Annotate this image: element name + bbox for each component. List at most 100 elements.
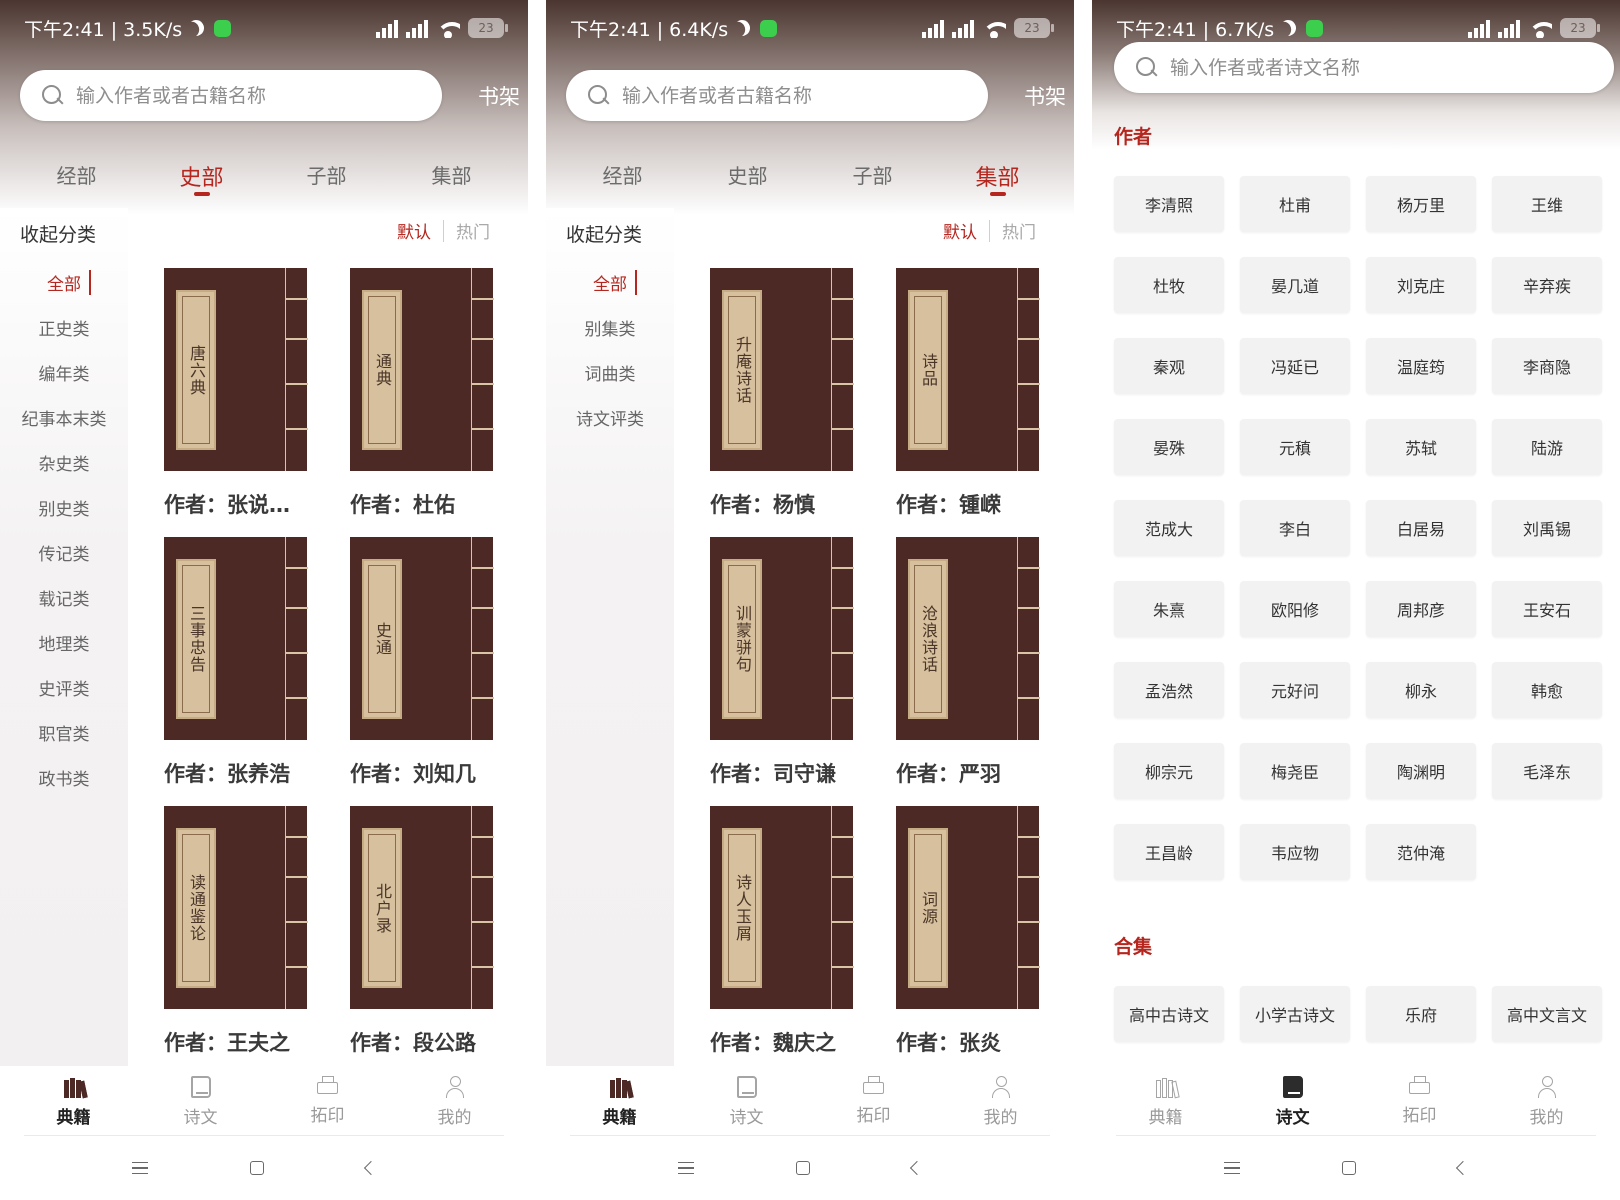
nav-mine[interactable]: 我的	[1497, 1066, 1597, 1136]
bookshelf-button[interactable]: 书架	[478, 81, 520, 111]
nav-mine[interactable]: 我的	[951, 1066, 1051, 1136]
nav-poetry[interactable]: 诗文	[697, 1066, 797, 1136]
nav-rubbing[interactable]: 拓印	[278, 1066, 378, 1136]
author-chip[interactable]: 刘克庄	[1366, 257, 1476, 313]
bookshelf-button[interactable]: 书架	[1024, 81, 1066, 111]
author-chip[interactable]: 王维	[1492, 176, 1602, 232]
book-card[interactable]: 诗人玉屑 作者：魏庆之	[710, 806, 854, 1057]
search-bar[interactable]	[20, 70, 442, 121]
collection-chip[interactable]: 高中古诗文	[1114, 986, 1224, 1042]
category-item[interactable]: 杂史类	[0, 440, 128, 485]
author-chip[interactable]: 冯延已	[1240, 338, 1350, 394]
author-chip[interactable]: 孟浩然	[1114, 662, 1224, 718]
author-chip[interactable]: 李白	[1240, 500, 1350, 556]
tab-jingbu[interactable]: 经部	[32, 160, 122, 192]
author-chip[interactable]: 秦观	[1114, 338, 1224, 394]
author-chip[interactable]: 元好问	[1240, 662, 1350, 718]
book-card[interactable]: 通典 作者：杜佑	[350, 268, 494, 519]
nav-classics[interactable]: 典籍	[570, 1066, 670, 1136]
author-chip[interactable]: 晏几道	[1240, 257, 1350, 313]
author-chip[interactable]: 白居易	[1366, 500, 1476, 556]
category-item[interactable]: 编年类	[0, 350, 128, 395]
category-item[interactable]: 全部	[546, 260, 674, 305]
tab-jibu[interactable]: 集部	[953, 160, 1043, 196]
nav-classics[interactable]: 典籍	[24, 1066, 124, 1136]
author-chip[interactable]: 晏殊	[1114, 419, 1224, 475]
category-item[interactable]: 正史类	[0, 305, 128, 350]
nav-poetry[interactable]: 诗文	[151, 1066, 251, 1136]
back-icon[interactable]	[909, 1160, 925, 1176]
back-icon[interactable]	[363, 1160, 379, 1176]
tab-jibu[interactable]: 集部	[407, 160, 497, 192]
search-bar[interactable]	[1114, 42, 1614, 93]
category-item[interactable]: 诗文评类	[546, 395, 674, 440]
menu-icon[interactable]	[132, 1162, 148, 1174]
author-chip[interactable]: 柳宗元	[1114, 743, 1224, 799]
nav-classics[interactable]: 典籍	[1116, 1066, 1216, 1136]
author-chip[interactable]: 韦应物	[1240, 824, 1350, 880]
author-chip[interactable]: 周邦彦	[1366, 581, 1476, 637]
tab-zibu[interactable]: 子部	[828, 160, 918, 192]
home-icon[interactable]	[250, 1161, 264, 1175]
category-item[interactable]: 载记类	[0, 575, 128, 620]
category-item[interactable]: 全部	[0, 260, 128, 305]
author-chip[interactable]: 梅尧臣	[1240, 743, 1350, 799]
category-item[interactable]: 纪事本末类	[0, 395, 128, 440]
author-chip[interactable]: 范仲淹	[1366, 824, 1476, 880]
search-input[interactable]	[76, 84, 406, 107]
collapse-categories-button[interactable]: 收起分类	[20, 220, 96, 247]
sort-default-button[interactable]: 默认	[943, 218, 977, 243]
author-chip[interactable]: 朱熹	[1114, 581, 1224, 637]
nav-rubbing[interactable]: 拓印	[1370, 1066, 1470, 1136]
menu-icon[interactable]	[1224, 1162, 1240, 1174]
author-chip[interactable]: 王昌龄	[1114, 824, 1224, 880]
search-input[interactable]	[622, 84, 952, 107]
book-card[interactable]: 北户录 作者：段公路	[350, 806, 494, 1057]
author-chip[interactable]: 陶渊明	[1366, 743, 1476, 799]
tab-jingbu[interactable]: 经部	[578, 160, 668, 192]
category-item[interactable]: 传记类	[0, 530, 128, 575]
book-card[interactable]: 训蒙骈句 作者：司守谦	[710, 537, 854, 788]
nav-mine[interactable]: 我的	[405, 1066, 505, 1136]
search-input[interactable]	[1170, 56, 1500, 79]
search-bar[interactable]	[566, 70, 988, 121]
author-chip[interactable]: 李商隐	[1492, 338, 1602, 394]
category-item[interactable]: 词曲类	[546, 350, 674, 395]
collapse-categories-button[interactable]: 收起分类	[566, 220, 642, 247]
sort-default-button[interactable]: 默认	[397, 218, 431, 243]
nav-rubbing[interactable]: 拓印	[824, 1066, 924, 1136]
author-chip[interactable]: 毛泽东	[1492, 743, 1602, 799]
category-item[interactable]: 政书类	[0, 755, 128, 800]
author-chip[interactable]: 苏轼	[1366, 419, 1476, 475]
menu-icon[interactable]	[678, 1162, 694, 1174]
author-chip[interactable]: 范成大	[1114, 500, 1224, 556]
collection-chip[interactable]: 乐府	[1366, 986, 1476, 1042]
collection-chip[interactable]: 高中文言文	[1492, 986, 1602, 1042]
tab-shibu[interactable]: 史部	[703, 160, 793, 192]
book-card[interactable]: 升庵诗话 作者：杨慎	[710, 268, 854, 519]
book-card[interactable]: 读通鉴论 作者：王夫之	[164, 806, 308, 1057]
category-item[interactable]: 地理类	[0, 620, 128, 665]
author-chip[interactable]: 杨万里	[1366, 176, 1476, 232]
author-chip[interactable]: 王安石	[1492, 581, 1602, 637]
book-card[interactable]: 词源 作者：张炎	[896, 806, 1040, 1057]
author-chip[interactable]: 辛弃疾	[1492, 257, 1602, 313]
tab-zibu[interactable]: 子部	[282, 160, 372, 192]
sort-hot-button[interactable]: 热门	[456, 218, 490, 243]
author-chip[interactable]: 陆游	[1492, 419, 1602, 475]
back-icon[interactable]	[1455, 1160, 1471, 1176]
book-card[interactable]: 史通 作者：刘知几	[350, 537, 494, 788]
author-chip[interactable]: 元稹	[1240, 419, 1350, 475]
book-card[interactable]: 沧浪诗话 作者：严羽	[896, 537, 1040, 788]
author-chip[interactable]: 柳永	[1366, 662, 1476, 718]
author-chip[interactable]: 刘禹锡	[1492, 500, 1602, 556]
nav-poetry[interactable]: 诗文	[1243, 1066, 1343, 1136]
tab-shibu[interactable]: 史部	[157, 160, 247, 196]
book-card[interactable]: 诗品 作者：锺嵘	[896, 268, 1040, 519]
category-item[interactable]: 史评类	[0, 665, 128, 710]
home-icon[interactable]	[796, 1161, 810, 1175]
author-chip[interactable]: 李清照	[1114, 176, 1224, 232]
author-chip[interactable]: 杜甫	[1240, 176, 1350, 232]
category-item[interactable]: 职官类	[0, 710, 128, 755]
author-chip[interactable]: 杜牧	[1114, 257, 1224, 313]
